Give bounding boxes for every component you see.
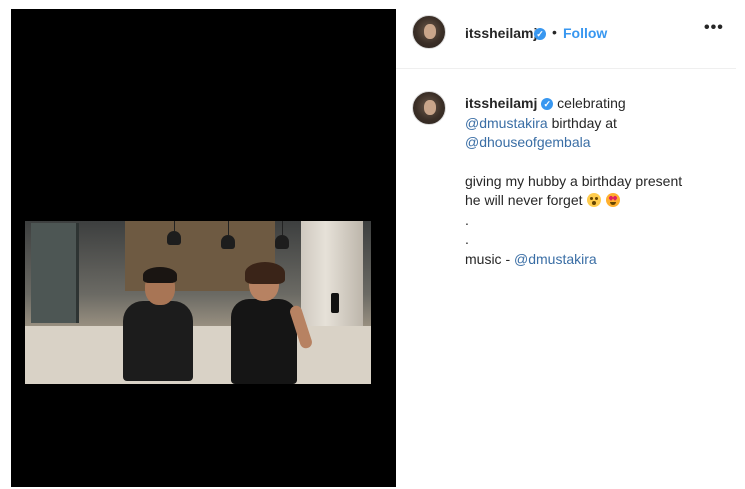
caption-avatar[interactable] [412, 91, 446, 125]
caption-dot-1: . [465, 211, 469, 228]
phone [331, 293, 339, 313]
man-figure [121, 267, 193, 381]
caption-text-2: birthday at [551, 114, 617, 131]
post-sidebar: itssheilamj ✓ • Follow ••• itssheilamj ✓… [396, 9, 736, 487]
heart-eyes-emoji [606, 193, 621, 207]
verified-badge-icon: ✓ [534, 28, 546, 40]
pendant-lamp [221, 235, 235, 249]
caption-text-5: music - [465, 250, 514, 267]
mention-link[interactable]: @dmustakira [514, 251, 597, 267]
more-options-icon[interactable]: ••• [704, 19, 724, 37]
user-avatar[interactable] [412, 15, 446, 49]
caption-text-1: celebrating [557, 95, 626, 111]
lamp-cord [174, 221, 175, 231]
caption-text: itssheilamj ✓ celebrating @dmustakira bi… [465, 94, 715, 269]
caption-text-4: he will never forget [465, 192, 583, 208]
verified-badge-icon: ✓ [541, 98, 554, 111]
mention-link[interactable]: @dmustakira [465, 115, 548, 131]
grimacing-face-emoji [587, 193, 602, 207]
pendant-lamp [167, 231, 181, 245]
lamp-cord [282, 221, 283, 235]
scene-couch [25, 326, 371, 384]
pendant-lamp [275, 235, 289, 249]
caption-text-3: giving my hubby a birthday present [465, 172, 683, 189]
lamp-cord [228, 221, 229, 235]
post-header: itssheilamj ✓ • Follow ••• [396, 9, 736, 69]
video-thumbnail[interactable] [25, 221, 371, 384]
scene-window [31, 223, 79, 323]
woman-figure [221, 262, 314, 384]
caption-username[interactable]: itssheilamj [465, 95, 537, 111]
post-media-panel[interactable] [11, 9, 396, 487]
follow-button[interactable]: Follow [563, 25, 607, 41]
separator-dot: • [552, 24, 557, 40]
mention-link[interactable]: @dhouseofgembala [465, 134, 591, 150]
header-username[interactable]: itssheilamj [465, 25, 537, 41]
caption-dot-2: . [465, 231, 469, 247]
